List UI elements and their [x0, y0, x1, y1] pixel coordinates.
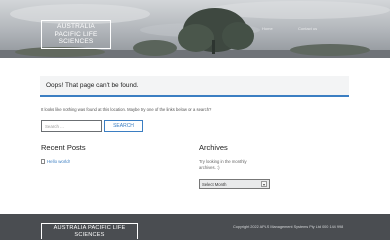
- not-found-message: It looks like nothing was found at this …: [41, 107, 212, 112]
- chevron-down-icon[interactable]: ▾: [261, 181, 267, 187]
- error-notice: Oops! That page can't be found.: [40, 76, 349, 97]
- copyright-text: Copyright 2022 APLS Management Systems P…: [233, 225, 344, 229]
- logo-line-1: AUSTRALIA: [57, 23, 95, 31]
- archives-title: Archives: [199, 143, 228, 152]
- nav-item-contact[interactable]: Contact us: [298, 26, 317, 31]
- site-logo[interactable]: AUSTRALIA PACIFIC LIFE SCIENCES: [41, 20, 111, 49]
- footer-logo-line-1: AUSTRALIA PACIFIC LIFE: [53, 225, 126, 231]
- nav-item-home[interactable]: Home: [262, 26, 273, 31]
- document-icon: [41, 159, 45, 164]
- footer-logo-line-2: SCIENCES: [74, 231, 105, 238]
- page: AUSTRALIA PACIFIC LIFE SCIENCES Home Con…: [0, 0, 390, 240]
- search-input[interactable]: [41, 120, 102, 132]
- site-header: AUSTRALIA PACIFIC LIFE SCIENCES Home Con…: [0, 0, 390, 58]
- recent-post-item[interactable]: Hello world!: [41, 159, 70, 164]
- recent-post-link[interactable]: Hello world!: [47, 159, 70, 164]
- footer-logo[interactable]: AUSTRALIA PACIFIC LIFE SCIENCES: [41, 223, 138, 239]
- page-title: Oops! That page can't be found.: [46, 82, 139, 89]
- archives-hint: Try looking in the monthly archives. :): [199, 159, 247, 170]
- logo-line-3: SCIENCES: [58, 38, 94, 46]
- search-button[interactable]: SEARCH: [104, 120, 143, 132]
- archives-select-value: Select Month: [202, 181, 227, 187]
- logo-line-2: PACIFIC LIFE: [54, 30, 98, 38]
- archives-month-select[interactable]: Select Month ▾: [199, 179, 270, 189]
- recent-posts-title: Recent Posts: [41, 143, 86, 152]
